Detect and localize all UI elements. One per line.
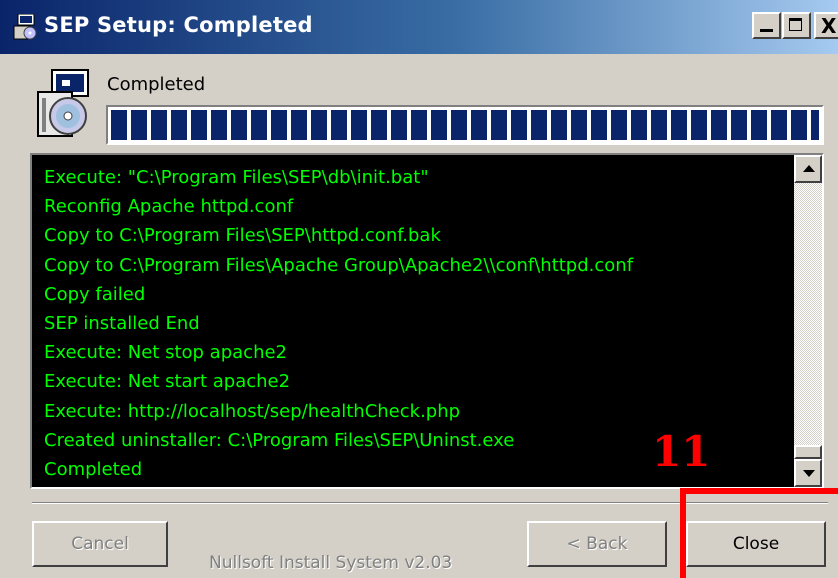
log-line: Execute: Net start apache2 xyxy=(44,371,291,393)
log-line: Execute: http://localhost/sep/healthChec… xyxy=(44,400,461,422)
log-line: Copy to C:\Program Files\SEP\httpd.conf.… xyxy=(44,225,441,247)
installer-app-icon xyxy=(13,14,37,40)
log-line: Copy to C:\Program Files\Apache Group\Ap… xyxy=(44,254,634,276)
installer-icon xyxy=(37,69,89,137)
vertical-scrollbar[interactable] xyxy=(794,155,822,487)
scroll-thumb[interactable] xyxy=(794,445,822,459)
window-title: SEP Setup: Completed xyxy=(44,13,313,37)
cancel-button[interactable]: Cancel xyxy=(32,521,168,567)
status-label: Completed xyxy=(107,74,206,95)
maximize-icon xyxy=(789,18,802,31)
log-line: Completed xyxy=(44,459,143,481)
log-line: Execute: Net stop apache2 xyxy=(44,342,287,364)
close-window-button[interactable]: X xyxy=(814,12,838,39)
scroll-up-button[interactable] xyxy=(794,155,822,183)
title-bar[interactable]: SEP Setup: Completed X xyxy=(0,0,838,54)
log-line: SEP installed End xyxy=(44,313,200,335)
annotation-highlight-box xyxy=(680,488,838,578)
log-line: Execute: "C:\Program Files\SEP\db\init.b… xyxy=(44,167,429,188)
maximize-button[interactable] xyxy=(782,12,811,39)
minimize-icon xyxy=(760,29,773,32)
progress-fill xyxy=(111,110,819,140)
arrow-up-icon xyxy=(803,165,815,172)
annotation-number: 11 xyxy=(652,427,711,476)
close-icon: X xyxy=(821,14,837,38)
scroll-down-button[interactable] xyxy=(794,459,822,487)
branding-text: Nullsoft Install System v2.03 xyxy=(209,553,453,573)
log-line: Created uninstaller: C:\Program Files\SE… xyxy=(44,429,515,451)
progress-bar xyxy=(106,105,824,145)
log-lines: Execute: "C:\Program Files\SEP\db\init.b… xyxy=(44,163,633,484)
arrow-down-icon xyxy=(803,470,815,477)
back-button[interactable]: < Back xyxy=(527,521,667,567)
minimize-button[interactable] xyxy=(752,12,781,39)
log-line: Reconfig Apache httpd.conf xyxy=(44,196,294,218)
log-line: Copy failed xyxy=(44,283,146,305)
